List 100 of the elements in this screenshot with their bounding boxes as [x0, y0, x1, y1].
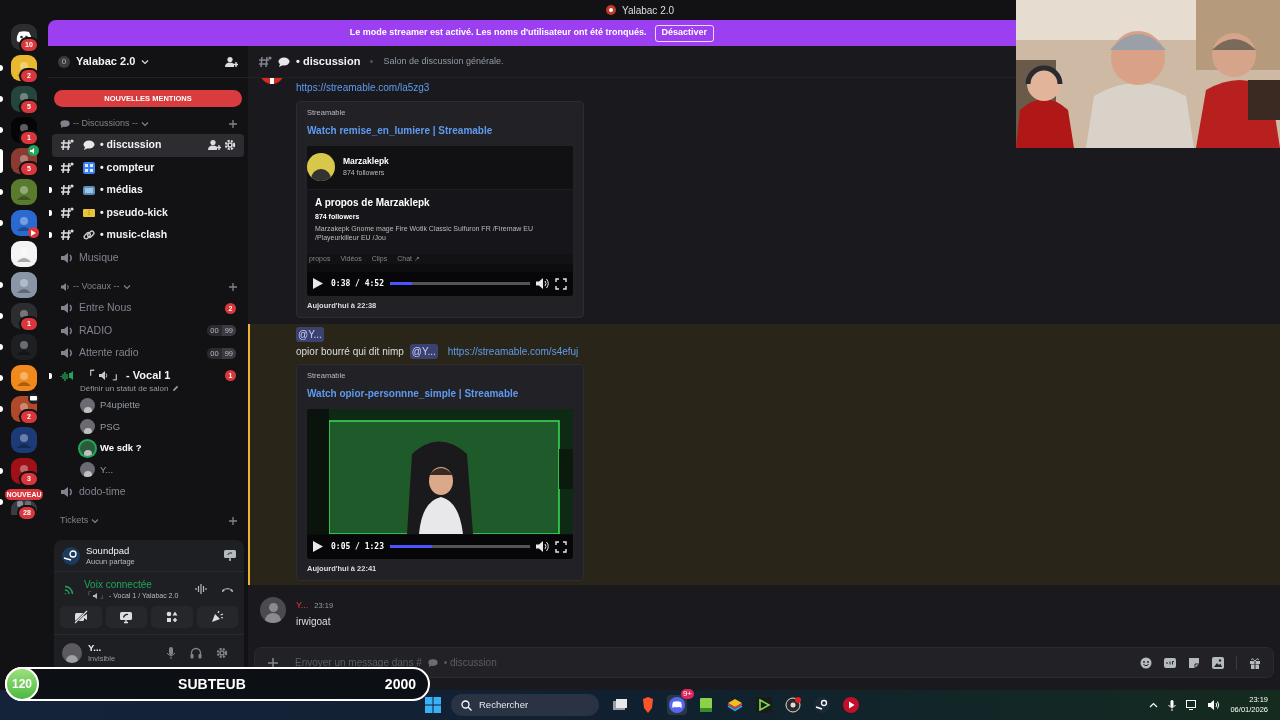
play-arrow-icon[interactable]	[756, 697, 772, 713]
voice-status[interactable]: Voix connectée	[84, 577, 179, 591]
search-field[interactable]: Rechercher	[451, 694, 599, 716]
channel-row[interactable]: • pseudo-kick	[52, 201, 244, 224]
hash-icon	[60, 161, 74, 174]
chevron-down-icon	[91, 518, 100, 524]
channel-row[interactable]: • compteur	[52, 156, 244, 179]
television-icon	[83, 184, 95, 196]
banner-text: Le mode streamer est activé. Les noms d'utilisateur ont été tronqués.	[349, 26, 647, 40]
gif-icon[interactable]	[1164, 657, 1176, 668]
channel-name: • compteur	[100, 159, 155, 175]
user-settings-icon[interactable]	[216, 646, 228, 659]
disconnect-icon[interactable]	[221, 585, 234, 593]
goal-current-count: 120	[5, 667, 39, 701]
member-name: PSG	[100, 419, 121, 434]
hash-icon	[60, 206, 74, 219]
video-time: 0:38 / 4:52	[331, 277, 384, 290]
server-name[interactable]: Yalabac 2.0	[76, 53, 136, 70]
channel-row[interactable]: Musique	[52, 246, 244, 269]
user-avatar[interactable]	[62, 642, 82, 663]
camera-off-icon	[73, 610, 88, 624]
author-name[interactable]: Y...	[296, 598, 309, 612]
start-icon[interactable]	[425, 697, 441, 713]
screen-share-button[interactable]	[105, 606, 147, 628]
stream-icon[interactable]	[224, 550, 236, 561]
user-mention[interactable]: @Y...	[296, 327, 324, 342]
gift-icon[interactable]	[1249, 656, 1261, 669]
hash-icon	[258, 55, 272, 68]
link-icon	[83, 229, 95, 242]
play-icon[interactable]	[313, 541, 323, 552]
server-icon[interactable]	[11, 179, 37, 205]
camera-off-button[interactable]	[60, 606, 102, 628]
about-title: A propos de Marzaklepk	[315, 196, 431, 209]
channel-row[interactable]: • music-clash	[52, 224, 244, 247]
record-icon[interactable]	[785, 697, 801, 713]
user-avatar[interactable]	[260, 596, 286, 623]
headphones-icon[interactable]	[190, 646, 202, 659]
soundboard-button[interactable]	[196, 606, 238, 628]
speaker-icon	[60, 324, 74, 337]
server-icon[interactable]	[11, 241, 37, 267]
notebook-icon[interactable]	[698, 697, 714, 713]
task-view-icon[interactable]	[611, 697, 627, 713]
message-link[interactable]: https://streamable.com/s4efuj	[447, 344, 579, 359]
show-hidden-icons-icon[interactable]	[1149, 702, 1159, 708]
channel-row[interactable]: • discussion	[52, 134, 244, 157]
channel-name: • pseudo-kick	[100, 204, 168, 220]
server-icon[interactable]	[11, 365, 37, 391]
fullscreen-icon[interactable]	[555, 277, 567, 290]
noise-suppression-icon[interactable]	[195, 584, 207, 594]
channel-title: • discussion	[296, 54, 361, 70]
category-name[interactable]: -- Vocaux --	[73, 280, 120, 294]
embed-title[interactable]: Watch opior-personnne_simple | Streamable	[307, 386, 573, 400]
activity-name: Soundpad	[86, 544, 131, 557]
channel-row[interactable]: • médias	[52, 179, 244, 202]
category-name[interactable]: -- Discussions --	[73, 117, 138, 131]
image-icon[interactable]	[1212, 656, 1224, 669]
fullscreen-icon[interactable]	[555, 540, 567, 553]
voice-member-row[interactable]: P4upiette	[52, 394, 244, 416]
hash-icon	[60, 139, 74, 152]
voice-member-row[interactable]: We sdk ?	[52, 437, 244, 459]
channel-name: Musique	[79, 249, 119, 265]
embed-title[interactable]: Watch remise_en_lumiere | Streamable	[307, 123, 573, 137]
add-member-icon[interactable]	[208, 139, 221, 152]
message-text: irwigoat	[296, 615, 332, 629]
play-icon[interactable]	[313, 278, 323, 289]
progress-track[interactable]	[390, 545, 530, 548]
sticker-icon[interactable]	[1188, 656, 1200, 669]
member-name: P4upiette	[100, 398, 141, 413]
emoji-icon[interactable]	[1140, 656, 1152, 669]
volume-icon[interactable]	[1208, 700, 1221, 710]
message-link[interactable]: https://streamable.com/la5zg3	[296, 81, 430, 93]
microphone-icon[interactable]	[1168, 699, 1177, 711]
channel-topic: Salon de discussion générale.	[383, 54, 504, 68]
server-icon[interactable]	[11, 272, 37, 298]
voice-member-row[interactable]: Y...	[52, 459, 244, 481]
speaker-icon	[60, 302, 74, 315]
disable-button[interactable]: Désactiver	[654, 24, 715, 42]
channel-name: dodo-time	[79, 483, 126, 499]
hash-icon	[60, 184, 74, 197]
volume-icon[interactable]	[536, 278, 549, 289]
voice-member-row[interactable]: PSG	[52, 416, 244, 438]
user-mention[interactable]: @Y...	[409, 344, 438, 359]
speaker-icon	[60, 485, 74, 498]
add-attachment-icon[interactable]	[267, 656, 279, 669]
add-channel-icon[interactable]	[228, 282, 238, 292]
volume-icon[interactable]	[536, 541, 549, 552]
video-player[interactable]: 0:05 / 1:23	[307, 408, 573, 559]
activities-button[interactable]	[151, 606, 193, 628]
invite-icon[interactable]	[225, 55, 238, 68]
play-button-icon[interactable]	[843, 697, 859, 713]
channel-row[interactable]: dodo-time	[52, 480, 244, 503]
add-channel-icon[interactable]	[228, 516, 238, 526]
stacked-layers-icon[interactable]	[727, 697, 743, 713]
add-channel-icon[interactable]	[228, 119, 238, 129]
channel-status[interactable]: Définir un statut de salon	[80, 382, 169, 395]
progress-track[interactable]	[390, 282, 530, 285]
category-name[interactable]: Tickets	[60, 514, 89, 528]
channel-settings-icon[interactable]	[224, 139, 236, 152]
speaker-icon	[60, 283, 70, 291]
server-icon[interactable]	[11, 210, 37, 236]
